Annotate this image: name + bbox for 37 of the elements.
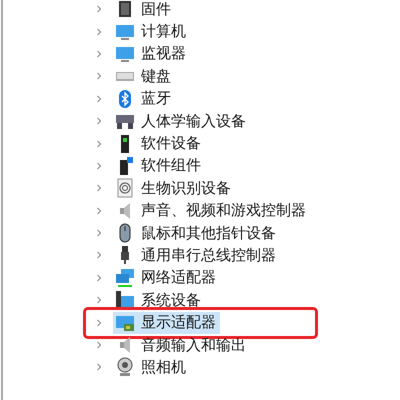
tree-item[interactable]: 显示适配器 [113, 312, 220, 334]
expand-chevron-icon[interactable] [95, 296, 103, 304]
expand-chevron-icon[interactable] [95, 5, 103, 14]
expand-chevron-icon[interactable] [95, 50, 103, 58]
fingerprint-icon [115, 178, 135, 198]
expand-chevron-icon[interactable] [95, 206, 103, 215]
tree-item[interactable]: 生物识别设备 [113, 177, 235, 200]
expand-chevron-icon[interactable] [95, 229, 103, 238]
expand-chevron-icon[interactable] [95, 274, 103, 282]
tree-item[interactable]: 监视器 [113, 42, 190, 65]
tree-item[interactable]: 系统设备 [113, 289, 205, 312]
tree-item[interactable]: 计算机 [113, 20, 190, 43]
expand-chevron-icon[interactable] [95, 341, 103, 350]
expand-chevron-icon[interactable] [95, 162, 103, 170]
expand-chevron-icon[interactable] [95, 140, 103, 148]
expand-chevron-icon[interactable] [95, 318, 103, 327]
tree-item[interactable]: 通用串行总线控制器 [113, 244, 280, 266]
network-icon [115, 268, 135, 288]
tree-item[interactable]: 照相机 [113, 356, 190, 378]
tree-item[interactable]: 人体学输入设备 [113, 110, 250, 132]
tree-item[interactable]: 软件组件 [113, 154, 205, 177]
tree-item[interactable]: 固件 [113, 0, 175, 20]
expand-chevron-icon[interactable] [95, 251, 103, 260]
expand-chevron-icon[interactable] [95, 184, 103, 192]
tree-item[interactable]: 软件设备 [113, 132, 205, 155]
tree-item[interactable]: 声音、视频和游戏控制器 [113, 200, 310, 222]
expand-chevron-icon[interactable] [95, 363, 103, 372]
expand-chevron-icon[interactable] [95, 28, 103, 36]
tree-item[interactable]: 网络适配器 [113, 266, 220, 289]
expand-chevron-icon[interactable] [95, 72, 103, 80]
tree-item[interactable]: 音频输入和输出 [113, 334, 250, 356]
expand-chevron-icon[interactable] [95, 94, 103, 103]
webcam-icon [115, 357, 135, 378]
tree-item[interactable]: 键盘 [113, 65, 175, 88]
tree-item[interactable]: 蓝牙 [113, 88, 175, 110]
tree-item[interactable]: 鼠标和其他指针设备 [113, 222, 280, 244]
expand-chevron-icon[interactable] [95, 117, 103, 126]
